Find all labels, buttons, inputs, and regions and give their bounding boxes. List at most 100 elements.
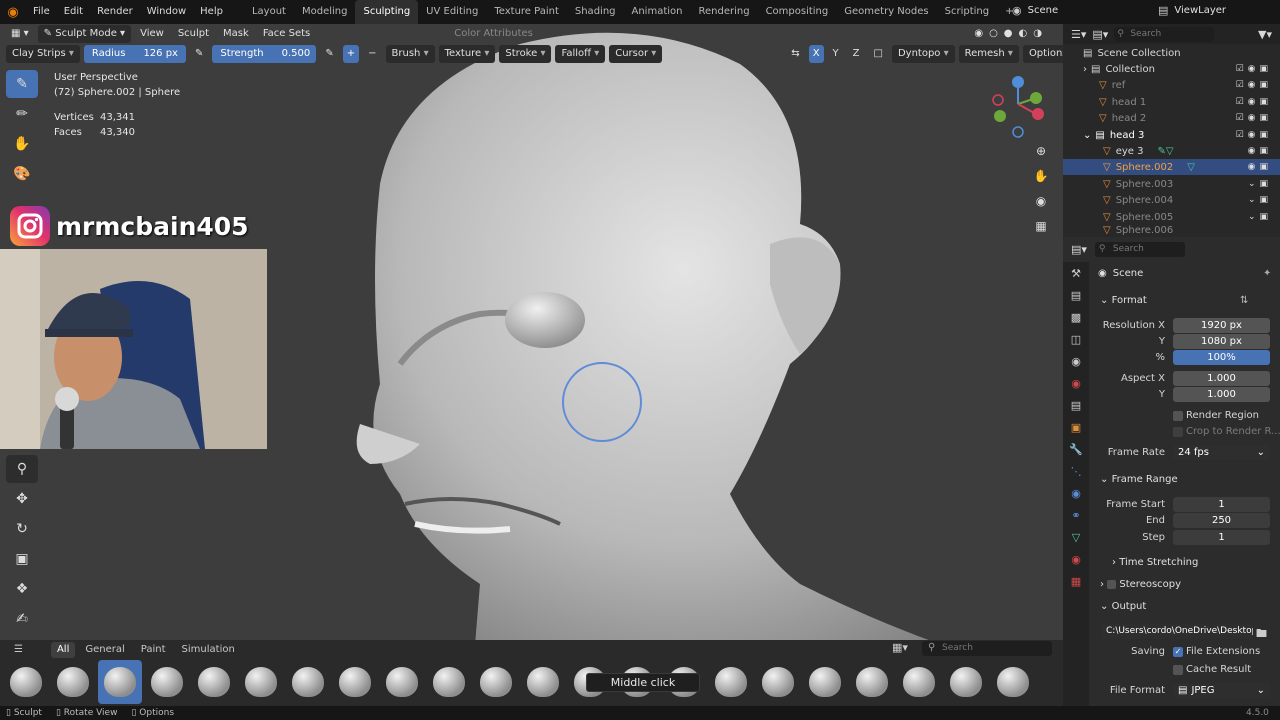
tab-sculpting[interactable]: Sculpting xyxy=(355,0,419,24)
texture-tab-icon[interactable]: ▦ xyxy=(1063,570,1089,592)
outliner-row[interactable]: ▤ Scene Collection xyxy=(1063,45,1280,61)
mask-menu[interactable]: Mask xyxy=(218,26,254,42)
zoom-icon[interactable]: ⊕ xyxy=(1030,140,1052,162)
brush-thumbnail[interactable] xyxy=(145,660,189,704)
remesh-menu[interactable]: Remesh xyxy=(958,45,1019,63)
annotate-tool-icon[interactable]: ✍ xyxy=(6,605,38,633)
tab-modeling[interactable]: Modeling xyxy=(294,0,356,24)
tab-uv-editing[interactable]: UV Editing xyxy=(418,0,486,24)
move-tool-icon[interactable]: ✥ xyxy=(6,485,38,513)
outliner-row[interactable]: ▽ eye 3 ✎▽ ◉▣ xyxy=(1063,143,1280,159)
menu-render[interactable]: Render xyxy=(90,0,140,24)
output-path-field[interactable]: C:\Users\cordo\OneDrive\Desktop\ xyxy=(1101,624,1253,639)
frame-start-field[interactable]: 1 xyxy=(1173,497,1270,512)
menu-window[interactable]: Window xyxy=(140,0,193,24)
strength-field[interactable]: Strength 0.500 xyxy=(212,45,317,63)
visibility-icons[interactable]: ⌄▣ xyxy=(1248,212,1272,222)
cursor-menu[interactable]: Cursor xyxy=(609,45,663,63)
render-tab-icon[interactable]: ▤ xyxy=(1063,284,1089,306)
aspect-x-field[interactable]: 1.000 xyxy=(1173,371,1270,386)
tab-texture-paint[interactable]: Texture Paint xyxy=(486,0,567,24)
editor-type-icon[interactable]: ▦ ▾ xyxy=(6,26,34,42)
brush-thumbnail[interactable] xyxy=(192,660,236,704)
outliner-row[interactable]: ▽ Sphere.006 xyxy=(1063,225,1280,235)
visibility-icons[interactable]: ☑◉▣ xyxy=(1236,64,1272,74)
outliner-row[interactable]: ▽ head 2 ☑◉▣ xyxy=(1063,110,1280,126)
outliner-row[interactable]: ▽ ref ☑◉▣ xyxy=(1063,77,1280,93)
outliner-row[interactable]: ▽ Sphere.004 ⌄▣ xyxy=(1063,192,1280,208)
navigation-gizmo[interactable] xyxy=(986,74,1050,143)
camera-icon[interactable]: ◉ xyxy=(1030,190,1052,212)
rotate-tool-icon[interactable]: ↻ xyxy=(6,515,38,543)
symmetry-icon[interactable]: ⇆ xyxy=(786,46,804,62)
step-field[interactable]: 1 xyxy=(1173,530,1270,545)
brush-thumbnail[interactable] xyxy=(803,660,847,704)
color-attributes-menu[interactable]: Color Attributes xyxy=(449,26,538,42)
view-menu[interactable]: View xyxy=(135,26,169,42)
draw-brush-tool-icon[interactable]: ✎ xyxy=(6,70,38,98)
tab-geometry-nodes[interactable]: Geometry Nodes xyxy=(836,0,936,24)
brush-thumbnail[interactable] xyxy=(427,660,471,704)
brush-thumbnail[interactable] xyxy=(474,660,518,704)
visibility-icons[interactable]: ◉▣ xyxy=(1248,162,1272,172)
brush-selector[interactable]: Clay Strips xyxy=(6,45,80,63)
outliner-row[interactable]: ▽ head 1 ☑◉▣ xyxy=(1063,94,1280,110)
brush-thumbnail[interactable] xyxy=(709,660,753,704)
resolution-y-field[interactable]: 1080 px xyxy=(1173,334,1270,349)
stroke-menu[interactable]: Stroke xyxy=(499,45,552,63)
search-tool-icon[interactable]: ⚲ xyxy=(6,455,38,483)
asset-menu-icon[interactable]: ☰ xyxy=(8,642,29,658)
brush-thumbnail[interactable] xyxy=(521,660,565,704)
folder-icon[interactable]: 🖿 xyxy=(1256,625,1267,644)
symmetry-y-toggle[interactable]: Y xyxy=(828,46,844,62)
brush-thumbnail[interactable] xyxy=(333,660,377,704)
brush-thumbnail[interactable] xyxy=(897,660,941,704)
time-stretching-section[interactable]: › Time Stretching xyxy=(1112,557,1198,568)
visibility-icons[interactable]: ☑◉▣ xyxy=(1236,97,1272,107)
tab-animation[interactable]: Animation xyxy=(624,0,691,24)
paint-brush-tool-icon[interactable]: 🎨 xyxy=(6,160,38,188)
particles-tab-icon[interactable]: ⋱ xyxy=(1063,460,1089,482)
visibility-icons[interactable]: ☑◉▣ xyxy=(1236,130,1272,140)
stereoscopy-section[interactable]: › Stereoscopy xyxy=(1100,579,1181,590)
dyntopo-checkbox[interactable]: □ xyxy=(869,46,888,62)
face-sets-menu[interactable]: Face Sets xyxy=(258,26,315,42)
outliner-editor-icon[interactable]: ☰▾ xyxy=(1071,28,1086,41)
brush-thumbnail[interactable] xyxy=(239,660,283,704)
crop-checkbox[interactable] xyxy=(1173,427,1183,437)
sculpt-menu[interactable]: Sculpt xyxy=(173,26,214,42)
presets-icon[interactable]: ⇅ xyxy=(1240,295,1248,306)
asset-grid-view-icon[interactable]: ▦▾ xyxy=(892,641,908,654)
dyntopo-menu[interactable]: Dyntopo xyxy=(891,45,955,63)
falloff-menu[interactable]: Falloff xyxy=(555,45,606,63)
blender-logo-icon[interactable]: ◉ xyxy=(0,0,26,24)
view-layer-selector[interactable]: ▤ ViewLayer xyxy=(1158,4,1226,17)
brush-thumbnail-active[interactable] xyxy=(98,660,142,704)
file-extensions-checkbox[interactable]: ✓ xyxy=(1173,647,1183,657)
frame-range-section-header[interactable]: ⌄ Frame Range xyxy=(1100,474,1178,485)
grid-perspective-icon[interactable]: ▦ xyxy=(1030,215,1052,237)
tab-compositing[interactable]: Compositing xyxy=(758,0,837,24)
tab-layout[interactable]: Layout xyxy=(244,0,294,24)
radius-field[interactable]: Radius 126 px xyxy=(83,45,186,63)
menu-help[interactable]: Help xyxy=(193,0,230,24)
aspect-y-field[interactable]: 1.000 xyxy=(1173,387,1270,402)
texture-menu[interactable]: Texture xyxy=(438,45,496,63)
add-direction-button[interactable]: + xyxy=(342,45,360,63)
properties-search-input[interactable]: ⚲ Search xyxy=(1094,241,1185,257)
end-field[interactable]: 250 xyxy=(1173,513,1270,528)
outliner-row[interactable]: ▽ Sphere.005 ⌄▣ xyxy=(1063,209,1280,225)
visibility-icons[interactable]: ⌄▣ xyxy=(1248,195,1272,205)
properties-editor-icon[interactable]: ▤▾ xyxy=(1071,243,1087,256)
format-section-header[interactable]: ⌄ Format xyxy=(1100,295,1147,306)
brush-thumbnail[interactable] xyxy=(944,660,988,704)
symmetry-z-toggle[interactable]: Z xyxy=(848,46,865,62)
pan-hand-icon[interactable]: ✋ xyxy=(1030,165,1052,187)
asset-tab-simulation[interactable]: Simulation xyxy=(176,642,241,658)
material-tab-icon[interactable]: ◉ xyxy=(1063,548,1089,570)
resolution-x-field[interactable]: 1920 px xyxy=(1173,318,1270,333)
scale-tool-icon[interactable]: ▣ xyxy=(6,545,38,573)
mode-selector[interactable]: ✎ Sculpt Mode ▾ xyxy=(37,25,132,43)
brush-thumbnail[interactable] xyxy=(286,660,330,704)
render-region-checkbox[interactable] xyxy=(1173,411,1183,421)
